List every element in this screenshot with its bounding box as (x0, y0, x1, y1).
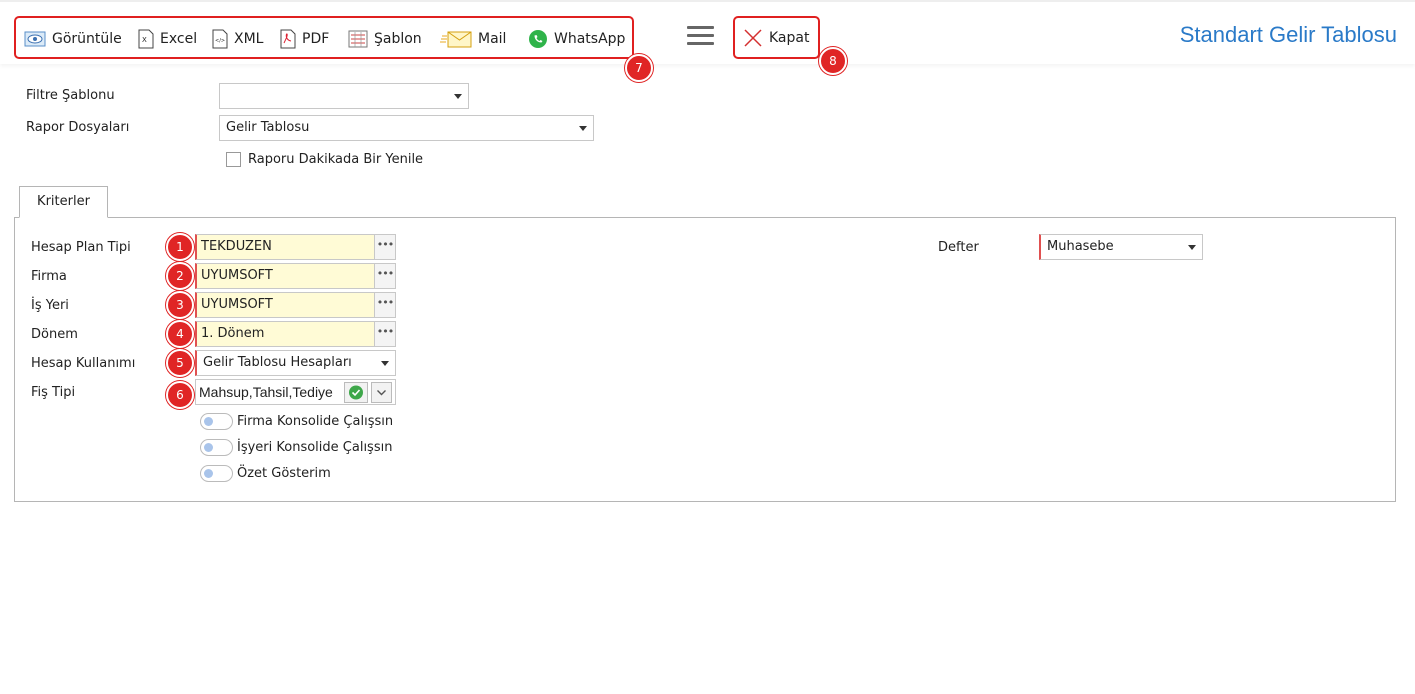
ellipsis-icon[interactable]: ••• (374, 264, 395, 288)
annotation-badge-6: 6 (166, 381, 194, 409)
company-consolidate-label: Firma Konsolide Çalışsın (237, 414, 394, 429)
chevron-down-icon (1188, 245, 1196, 250)
plan-type-value: TEKDUZEN (201, 239, 272, 254)
close-icon (744, 29, 762, 47)
check-circle-icon[interactable] (344, 382, 368, 403)
annotation-badge-4: 4 (166, 320, 194, 348)
annotation-badge-8: 8 (819, 47, 847, 75)
ledger-value: Muhasebe (1047, 239, 1114, 254)
workplace-value: UYUMSOFT (201, 297, 273, 312)
annotation-badge-5: 5 (166, 349, 194, 377)
summary-view-label: Özet Gösterim (237, 466, 331, 481)
annotation-badge-1: 1 (166, 233, 194, 261)
report-files-value: Gelir Tablosu (226, 120, 310, 135)
plan-type-label: Hesap Plan Tipi (31, 240, 131, 255)
whatsapp-icon (529, 30, 547, 48)
annotation-badge-7: 7 (625, 54, 653, 82)
close-label: Kapat (769, 30, 810, 46)
workplace-consolidate-toggle[interactable] (200, 439, 233, 456)
mail-label: Mail (478, 31, 507, 47)
account-usage-label: Hesap Kullanımı (31, 356, 136, 371)
svg-text:X: X (142, 36, 147, 44)
plan-type-field[interactable]: TEKDUZEN ••• (195, 234, 396, 260)
filter-template-select[interactable] (219, 83, 469, 109)
page-title: Standart Gelir Tablosu (1179, 22, 1397, 47)
voucher-type-label: Fiş Tipi (31, 385, 76, 400)
close-toolbar-group: Kapat (733, 16, 820, 59)
chevron-down-icon (381, 361, 389, 366)
voucher-type-value: Mahsup,Tahsil,Tediye (199, 384, 333, 400)
workplace-field[interactable]: UYUMSOFT ••• (195, 292, 396, 318)
account-usage-value: Gelir Tablosu Hesapları (203, 355, 352, 370)
eye-icon (24, 31, 46, 47)
toolbar: Görüntüle X Excel </> XML PDF Şablon Mai… (0, 0, 1415, 64)
company-field[interactable]: UYUMSOFT ••• (195, 263, 396, 289)
chevron-down-icon (454, 94, 462, 99)
view-button[interactable]: Görüntüle (24, 28, 122, 50)
ledger-select[interactable]: Muhasebe (1039, 234, 1203, 260)
close-button[interactable]: Kapat (743, 28, 809, 48)
pdf-label: PDF (302, 31, 330, 47)
export-toolbar-group: Görüntüle X Excel </> XML PDF Şablon Mai… (14, 16, 634, 59)
report-files-select[interactable]: Gelir Tablosu (219, 115, 594, 141)
xml-file-icon: </> (212, 29, 228, 49)
ledger-label: Defter (938, 240, 979, 255)
tab-criteria[interactable]: Kriterler (19, 186, 108, 218)
annotation-badge-2: 2 (166, 262, 194, 290)
workplace-consolidate-label: İşyeri Konsolide Çalışsın (237, 440, 393, 455)
company-label: Firma (31, 269, 67, 284)
template-label: Şablon (374, 31, 422, 47)
ellipsis-icon[interactable]: ••• (374, 235, 395, 259)
ellipsis-icon[interactable]: ••• (374, 322, 395, 346)
filter-template-label: Filtre Şablonu (26, 88, 115, 103)
xml-button[interactable]: </> XML (212, 28, 263, 50)
annotation-badge-3: 3 (166, 291, 194, 319)
svg-text:</>: </> (215, 38, 225, 44)
template-icon (348, 30, 368, 48)
pdf-file-icon (280, 29, 296, 49)
menu-icon[interactable] (687, 26, 714, 45)
mail-button[interactable]: Mail (440, 28, 506, 50)
template-button[interactable]: Şablon (348, 28, 422, 50)
refresh-checkbox[interactable] (226, 152, 241, 167)
voucher-type-select[interactable]: Mahsup,Tahsil,Tediye (195, 379, 396, 405)
company-consolidate-toggle[interactable] (200, 413, 233, 430)
account-usage-select[interactable]: Gelir Tablosu Hesapları (195, 350, 396, 376)
mail-icon (440, 31, 472, 48)
view-label: Görüntüle (52, 31, 122, 47)
workplace-label: İş Yeri (31, 298, 69, 313)
excel-button[interactable]: X Excel (138, 28, 197, 50)
chevron-down-icon (579, 126, 587, 131)
company-value: UYUMSOFT (201, 268, 273, 283)
period-value: 1. Dönem (201, 326, 265, 341)
report-files-label: Rapor Dosyaları (26, 120, 130, 135)
whatsapp-button[interactable]: WhatsApp (528, 28, 625, 50)
chevron-down-icon[interactable] (371, 382, 392, 403)
refresh-label: Raporu Dakikada Bir Yenile (248, 152, 424, 167)
period-label: Dönem (31, 327, 78, 342)
excel-label: Excel (160, 31, 198, 47)
period-field[interactable]: 1. Dönem ••• (195, 321, 396, 347)
pdf-button[interactable]: PDF (280, 28, 329, 50)
summary-view-toggle[interactable] (200, 465, 233, 482)
whatsapp-label: WhatsApp (554, 31, 626, 47)
ellipsis-icon[interactable]: ••• (374, 293, 395, 317)
xml-label: XML (234, 31, 264, 47)
excel-file-icon: X (138, 29, 154, 49)
